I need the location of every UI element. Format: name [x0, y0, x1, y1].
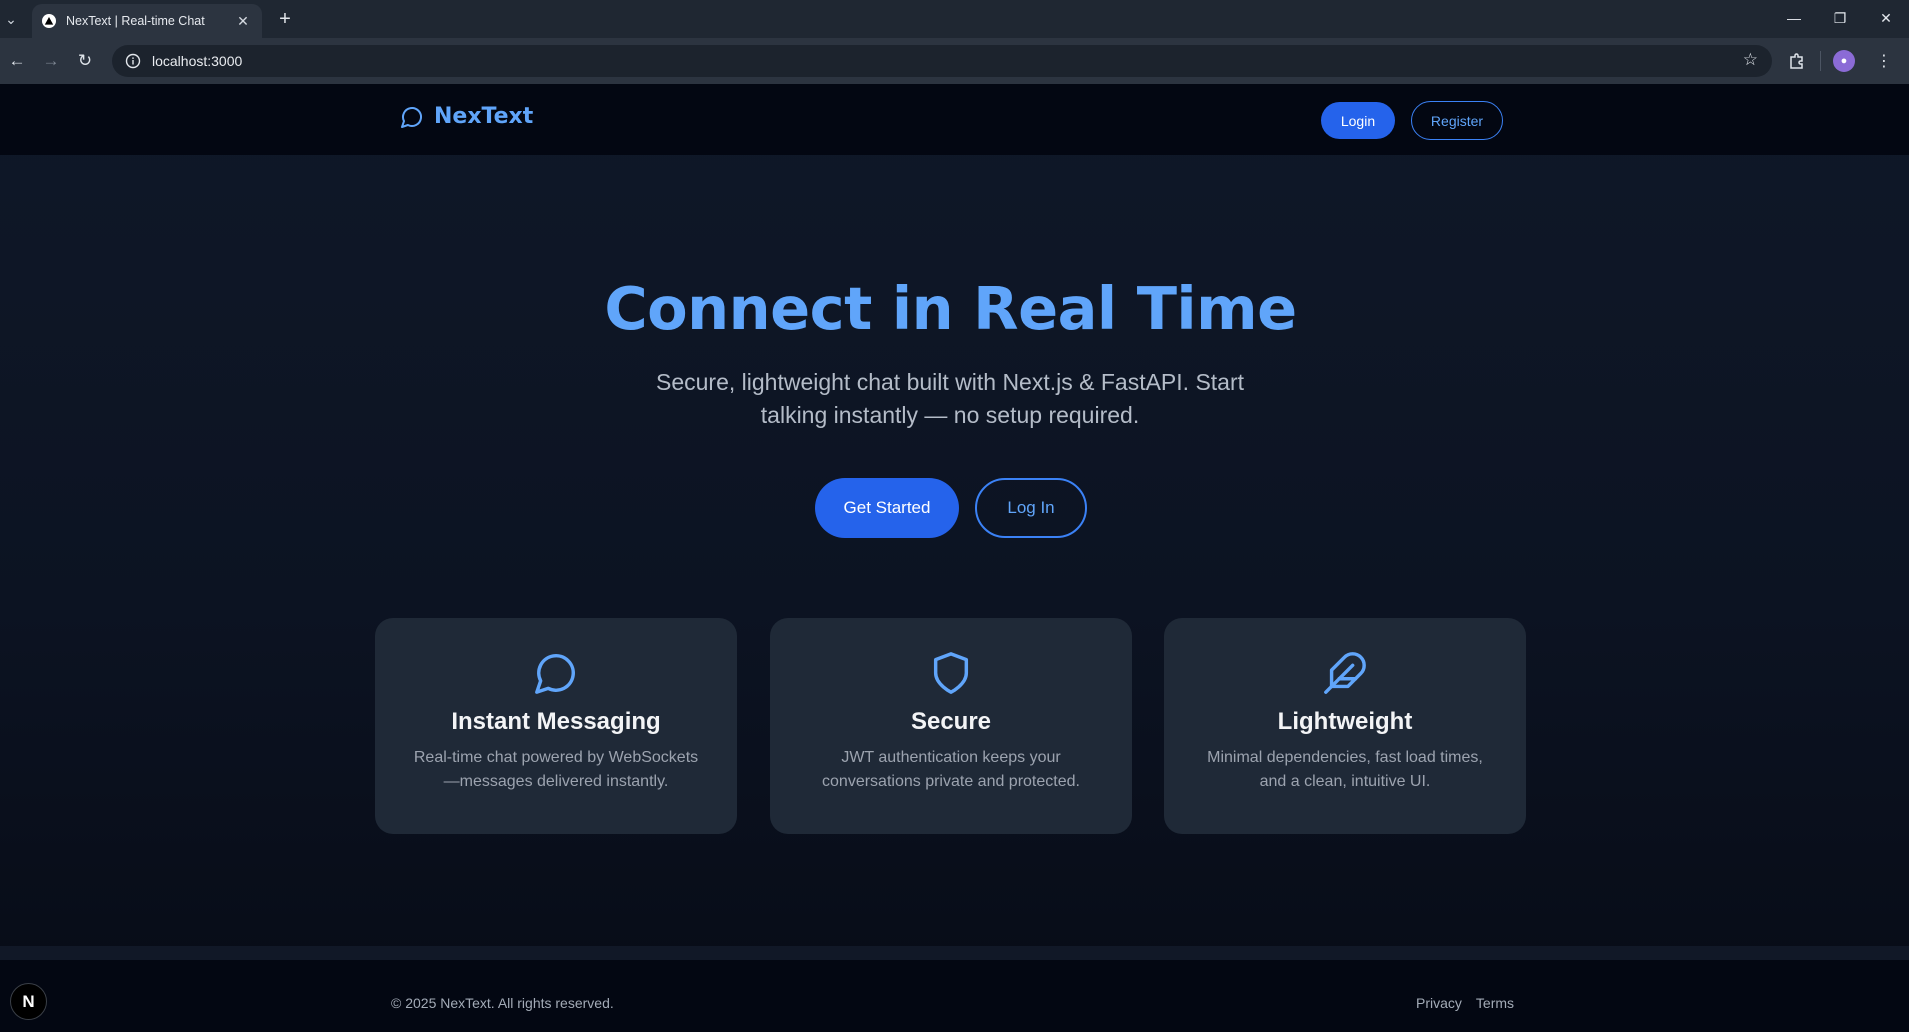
- brand-name: NexText: [434, 104, 534, 129]
- close-window-button[interactable]: ✕: [1863, 0, 1909, 36]
- new-tab-button[interactable]: +: [272, 6, 298, 32]
- browser-tab[interactable]: NexText | Real-time Chat ✕: [32, 4, 262, 38]
- get-started-button[interactable]: Get Started: [815, 478, 959, 538]
- terms-link[interactable]: Terms: [1476, 995, 1514, 1011]
- feature-title: Instant Messaging: [451, 708, 661, 735]
- copyright-text: © 2025 NexText. All rights reserved.: [391, 995, 614, 1011]
- window-controls: — ❐ ✕: [1771, 0, 1909, 36]
- vercel-favicon-icon: [42, 14, 56, 28]
- feature-title: Lightweight: [1277, 708, 1413, 735]
- bookmark-star-icon[interactable]: ☆: [1743, 50, 1758, 70]
- restore-button[interactable]: ❐: [1817, 0, 1863, 36]
- browser-toolbar: ← → ↻ localhost:3000 ☆ ● ⋮: [0, 38, 1909, 84]
- feature-card-instant-messaging: Instant Messaging Real-time chat powered…: [375, 618, 737, 834]
- back-arrow-icon[interactable]: ←: [0, 44, 34, 78]
- minimize-button[interactable]: —: [1771, 0, 1817, 36]
- tab-close-icon[interactable]: ✕: [234, 13, 252, 30]
- forward-arrow-icon[interactable]: →: [34, 44, 68, 78]
- reload-icon[interactable]: ↻: [68, 44, 102, 78]
- site-footer: N © 2025 NexText. All rights reserved. P…: [0, 960, 1909, 1032]
- toolbar-right-group: ● ⋮: [1780, 44, 1901, 78]
- shield-icon: [928, 650, 974, 696]
- feature-description: JWT authentication keeps your conversati…: [822, 749, 1080, 790]
- profile-avatar-icon: ●: [1833, 50, 1855, 72]
- message-circle-icon: [533, 650, 579, 696]
- toolbar-separator: [1820, 51, 1821, 71]
- url-text: localhost:3000: [152, 53, 243, 69]
- brand-link[interactable]: NexText: [400, 104, 533, 129]
- feature-description: Minimal dependencies, fast load times, a…: [1207, 749, 1483, 790]
- page-content: NexText Login Register Connect in Real T…: [0, 84, 1909, 1032]
- hero-subtitle: Secure, lightweight chat built with Next…: [655, 369, 1245, 428]
- footer-links: Privacy Terms: [1416, 995, 1514, 1011]
- feature-title: Secure: [910, 708, 992, 735]
- site-info-icon[interactable]: [122, 50, 144, 72]
- privacy-link[interactable]: Privacy: [1416, 995, 1462, 1011]
- tab-title: NexText | Real-time Chat: [66, 14, 205, 28]
- browser-menu-icon[interactable]: ⋮: [1867, 44, 1901, 78]
- nextjs-dev-indicator-icon[interactable]: N: [10, 983, 47, 1020]
- feature-description: Real-time chat powered by WebSockets—mes…: [413, 749, 699, 790]
- profile-avatar[interactable]: ●: [1827, 44, 1861, 78]
- browser-tab-strip: ⌄ NexText | Real-time Chat ✕ + — ❐ ✕: [0, 0, 1909, 38]
- feature-card-secure: Secure JWT authentication keeps your con…: [770, 618, 1132, 834]
- header-register-button[interactable]: Register: [1411, 101, 1503, 140]
- hero-title: Connect in Real Time: [604, 274, 1297, 343]
- message-circle-icon: [400, 105, 424, 129]
- feature-card-lightweight: Lightweight Minimal dependencies, fast l…: [1164, 618, 1526, 834]
- log-in-button[interactable]: Log In: [975, 478, 1087, 538]
- feather-icon: [1322, 650, 1368, 696]
- extensions-puzzle-icon[interactable]: [1780, 44, 1814, 78]
- site-header: NexText Login Register: [0, 84, 1909, 155]
- address-bar[interactable]: localhost:3000 ☆: [112, 45, 1772, 77]
- footer-divider: [0, 946, 1909, 960]
- header-login-button[interactable]: Login: [1321, 102, 1395, 139]
- tab-search-chevron-icon[interactable]: ⌄: [0, 4, 22, 34]
